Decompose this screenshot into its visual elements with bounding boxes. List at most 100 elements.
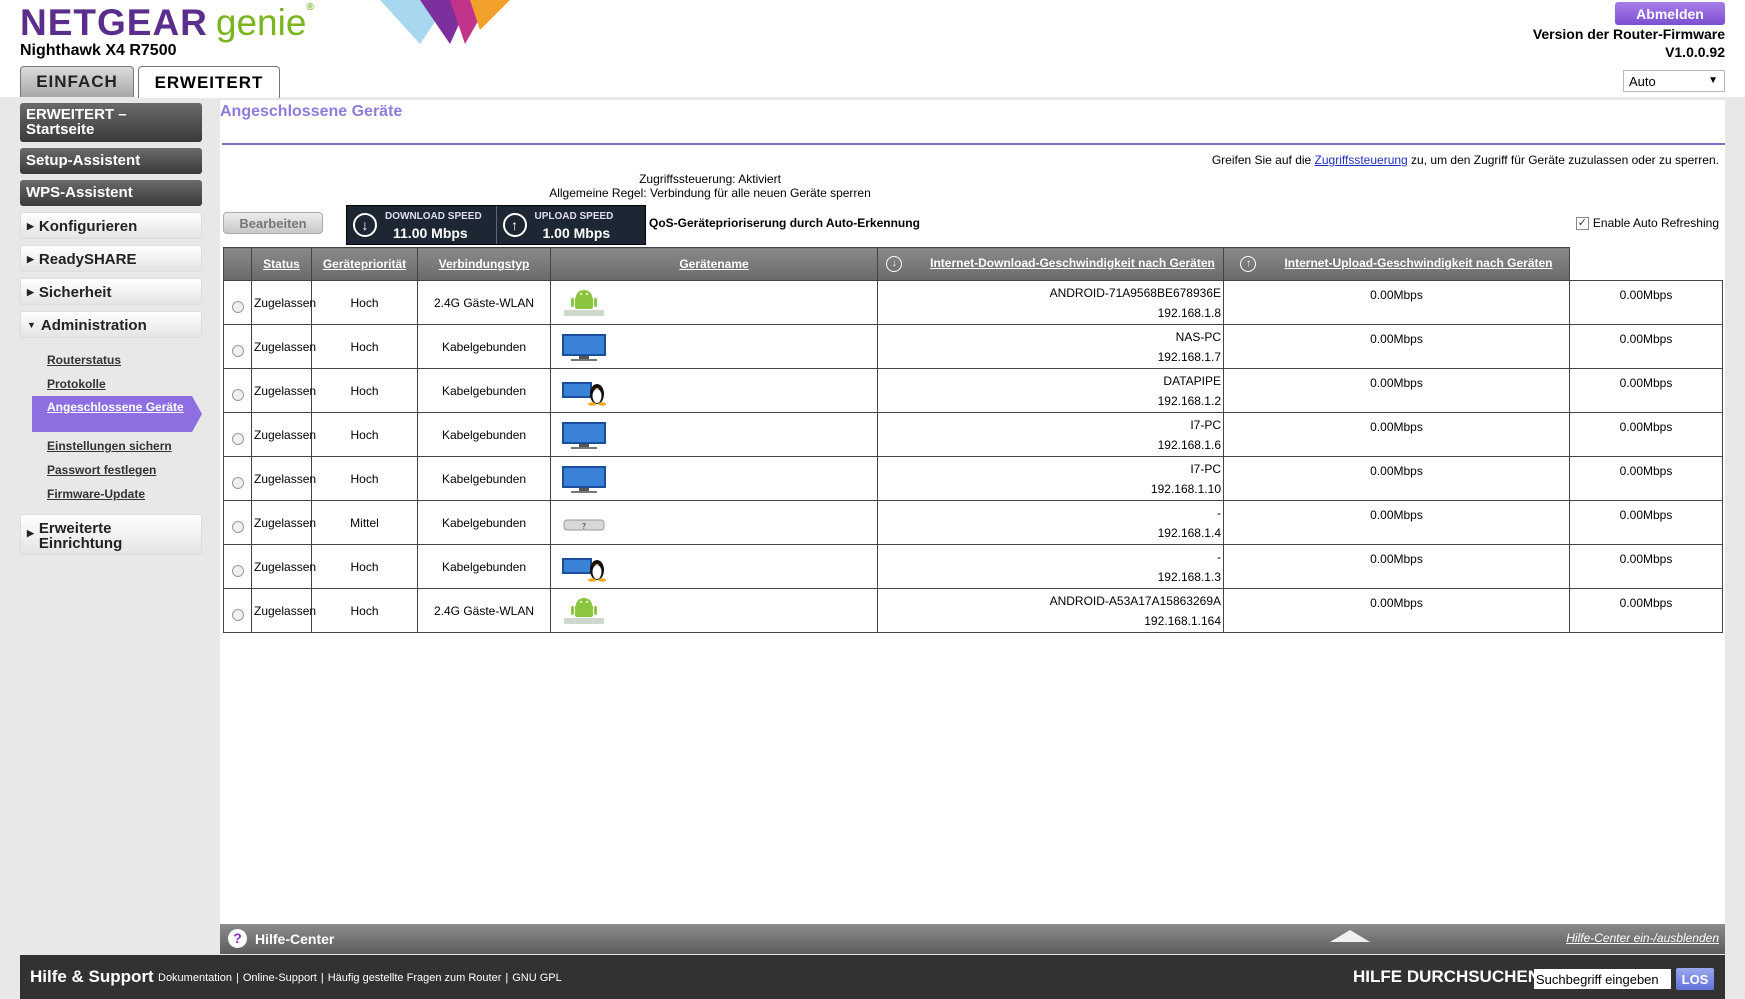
sidebar-section-readyshare[interactable]: ▶ ReadySHARE <box>20 245 202 272</box>
sidebar-item-setup-assistent[interactable]: Setup-Assistent <box>20 148 202 174</box>
footer-link-online-support[interactable]: Online-Support <box>243 972 317 984</box>
device-connection-type: Kabelgebunden <box>417 324 551 369</box>
device-status: Zugelassen <box>251 324 316 369</box>
header-download[interactable]: ↓ Internet-Download-Geschwindigkeit nach … <box>877 247 1224 281</box>
header-upload[interactable]: ↑ Internet-Upload-Geschwindigkeit nach Ge… <box>1223 247 1570 281</box>
sidebar-item-erweitert-startseite[interactable]: ERWEITERT – Startseite <box>20 103 202 142</box>
device-upload-speed: 0.00Mbps <box>1619 551 1673 566</box>
footer-link-gnu-gpl[interactable]: GNU GPL <box>512 972 562 984</box>
logout-button[interactable]: Abmelden <box>1615 2 1725 25</box>
row-select-radio-cell <box>223 588 252 633</box>
device-name-cell: I7-PC 192.168.1.10 <box>877 456 1224 501</box>
row-select-radio[interactable] <box>231 433 244 445</box>
device-download-speed-cell: 0.00Mbps <box>1223 280 1570 325</box>
device-icon-cell <box>550 588 878 633</box>
sidebar-section-administration[interactable]: ▼ Administration <box>20 311 202 338</box>
tab-einfach[interactable]: EINFACH <box>20 66 134 97</box>
sidebar-item-angeschlossene-geraete[interactable]: Angeschlossene Geräte <box>32 396 202 432</box>
help-center-toggle-link[interactable]: Hilfe-Center ein-/ausblenden <box>1566 931 1719 945</box>
device-upload-speed: 0.00Mbps <box>1619 419 1673 434</box>
language-select[interactable]: Auto ▼ <box>1623 70 1725 92</box>
page-title: Angeschlossene Geräte <box>220 103 403 120</box>
help-search-input[interactable] <box>1534 969 1671 989</box>
device-connection-type: 2.4G Gäste-WLAN <box>417 588 551 633</box>
table-row[interactable]: Zugelassen Hoch Kabelgebunden - 192.168.1.3 0… <box>223 544 1723 589</box>
help-expand-chevron-icon[interactable] <box>1330 930 1370 942</box>
linux-icon <box>561 552 607 582</box>
access-control-link[interactable]: Zugriffssteuerung <box>1315 153 1408 167</box>
footer-link-faq[interactable]: Häufig gestellte Fragen zum Router <box>328 972 502 984</box>
device-ip: 192.168.1.7 <box>1157 349 1221 364</box>
sidebar-section-erweiterte-einrichtung[interactable]: ▶ Erweiterte Einrichtung <box>20 514 202 555</box>
device-upload-speed: 0.00Mbps <box>1619 375 1673 390</box>
table-row[interactable]: Zugelassen Hoch Kabelgebunden I7-PC 192.168.… <box>223 412 1723 457</box>
upload-speed-value: 1.00 Mbps <box>542 225 611 241</box>
help-search-button[interactable]: LOS <box>1676 968 1714 990</box>
title-divider <box>222 143 1725 145</box>
tab-erweitert[interactable]: ERWEITERT <box>138 66 280 98</box>
speed-panel: ↓ DOWNLOAD SPEED 11.00 Mbps ↑ UPLOAD SPE… <box>346 205 646 245</box>
sidebar-item-firmware-update[interactable]: Firmware-Update <box>20 482 202 506</box>
expand-arrow-icon: ▶ <box>27 528 34 538</box>
access-note-text: zu, um den Zugriff für Geräte zuzulassen… <box>1407 153 1719 167</box>
device-name: DATAPIPE <box>1163 373 1221 388</box>
header-device-name[interactable]: Gerätename <box>550 247 878 281</box>
device-download-speed: 0.00Mbps <box>1370 419 1423 434</box>
edit-button[interactable]: Bearbeiten <box>223 212 323 234</box>
qos-label: QoS-Geräteprioriserung durch Auto-Erkenn… <box>649 216 920 230</box>
row-select-radio[interactable] <box>231 521 244 533</box>
table-row[interactable]: Zugelassen Hoch Kabelgebunden NAS-PC 192.168… <box>223 324 1723 369</box>
row-select-radio[interactable] <box>231 389 244 401</box>
device-download-speed: 0.00Mbps <box>1370 595 1423 610</box>
sidebar-item-wps-assistent[interactable]: WPS-Assistent <box>20 180 202 206</box>
separator: | <box>320 972 324 984</box>
device-ip: 192.168.1.164 <box>1144 613 1221 628</box>
row-select-radio-cell <box>223 500 252 545</box>
row-select-radio[interactable] <box>231 609 244 621</box>
row-select-radio[interactable] <box>231 477 244 489</box>
row-select-radio[interactable] <box>231 565 244 577</box>
firmware-label: Version der Router-Firmware <box>1532 26 1725 42</box>
auto-refresh-checkbox[interactable]: ✓ <box>1575 216 1589 230</box>
sidebar-item-einstellungen-sichern[interactable]: Einstellungen sichern <box>20 434 202 458</box>
header-connection-type[interactable]: Verbindungstyp <box>417 247 551 281</box>
device-connection-type: Kabelgebunden <box>417 500 551 545</box>
footer-link-dokumentation[interactable]: Dokumentation <box>158 972 232 984</box>
device-upload-speed: 0.00Mbps <box>1619 463 1673 478</box>
device-icon-cell <box>550 280 878 325</box>
table-row[interactable]: Zugelassen Hoch 2.4G Gäste-WLAN ANDROID-A53… <box>223 588 1723 633</box>
genie-name: genie <box>215 2 307 43</box>
svg-text:?: ? <box>582 522 586 531</box>
device-status: Zugelassen <box>251 456 316 501</box>
sidebar-item-protokolle[interactable]: Protokolle <box>20 372 202 396</box>
table-row[interactable]: Zugelassen Mittel Kabelgebunden? - 192.168.1… <box>223 500 1723 545</box>
table-row[interactable]: Zugelassen Hoch Kabelgebunden DATAPIPE 192.1… <box>223 368 1723 413</box>
section-label: Konfigurieren <box>38 218 138 235</box>
sidebar-item-routerstatus[interactable]: Routerstatus <box>20 348 202 372</box>
table-row[interactable]: Zugelassen Hoch 2.4G Gäste-WLAN ANDROID-71A… <box>223 280 1723 325</box>
device-download-speed: 0.00Mbps <box>1370 331 1423 346</box>
upload-arrow-icon: ↑ <box>1240 256 1257 272</box>
device-priority: Hoch <box>311 588 418 633</box>
row-select-radio[interactable] <box>231 301 244 313</box>
sidebar-section-konfigurieren[interactable]: ▶ Konfigurieren <box>20 212 202 239</box>
separator: | <box>236 972 239 984</box>
sidebar-section-sicherheit[interactable]: ▶ Sicherheit <box>20 278 202 305</box>
device-ip: 192.168.1.10 <box>1150 481 1221 496</box>
separator: | <box>505 972 509 984</box>
header-status[interactable]: Status <box>251 247 312 281</box>
netgear-genie-logo: NETGEAR genie® <box>20 2 315 44</box>
device-connection-type: Kabelgebunden <box>417 412 551 457</box>
device-ip: 192.168.1.3 <box>1157 569 1221 584</box>
monitor-icon <box>561 464 607 494</box>
header-priority[interactable]: Gerätepriorität <box>311 247 418 281</box>
device-priority: Hoch <box>311 280 418 325</box>
row-select-radio[interactable] <box>231 345 244 357</box>
auto-refresh-toggle[interactable]: ✓ Enable Auto Refreshing <box>1575 216 1719 230</box>
device-status: Zugelassen <box>251 368 316 413</box>
table-row[interactable]: Zugelassen Hoch Kabelgebunden I7-PC 192.168.… <box>223 456 1723 501</box>
unknown-device-icon: ? <box>561 508 607 538</box>
sidebar-item-passwort-festlegen[interactable]: Passwort festlegen <box>20 458 202 482</box>
header-upload-label: Internet-Upload-Geschwindigkeit nach Ger… <box>1284 256 1553 271</box>
main-content: Angeschlossene Geräte Greifen Sie auf di… <box>220 100 1725 924</box>
